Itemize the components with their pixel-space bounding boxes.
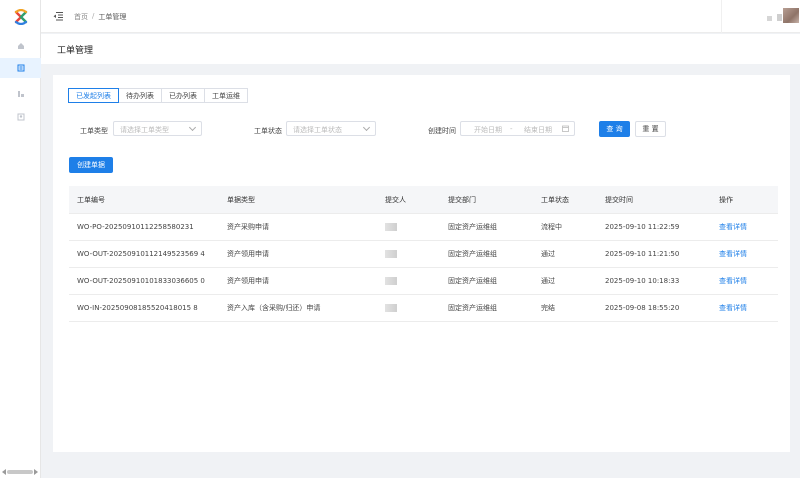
status-select-placeholder: 请选择工单状态 bbox=[293, 126, 342, 134]
cell-type: 资产入库（含采购/归还）申请 bbox=[227, 304, 321, 312]
status-select[interactable]: 请选择工单状态 bbox=[286, 121, 376, 136]
cell-dept: 固定资产运维组 bbox=[448, 277, 497, 285]
cell-time: 2025-09-10 11:22:59 bbox=[605, 223, 680, 231]
header-time: 提交时间 bbox=[605, 195, 633, 204]
time-filter-label: 创建时间 bbox=[428, 127, 456, 135]
tab-initiated[interactable]: 已发起列表 bbox=[68, 88, 119, 103]
tab-group: 已发起列表 待办列表 已办列表 工单运维 bbox=[68, 88, 248, 103]
header-action: 操作 bbox=[719, 195, 733, 204]
submitter-blur bbox=[385, 304, 397, 312]
cell-id: WO-OUT-20250910101833036605 0 bbox=[77, 277, 205, 285]
page-header: 工单管理 bbox=[41, 34, 800, 64]
search-button[interactable]: 查 询 bbox=[599, 121, 630, 137]
header-submitter: 提交人 bbox=[385, 195, 406, 204]
cell-submitter bbox=[385, 214, 397, 240]
avatar[interactable] bbox=[783, 8, 799, 23]
cell-type: 资产领用申请 bbox=[227, 250, 269, 258]
create-ticket-button[interactable]: 创建单据 bbox=[69, 157, 113, 173]
view-detail-link[interactable]: 查看详情 bbox=[719, 241, 747, 267]
date-start-placeholder[interactable]: 开始日期 bbox=[474, 125, 502, 135]
main-card: 已发起列表 待办列表 已办列表 工单运维 工单类型 请选择工单类型 工单状态 请… bbox=[53, 75, 790, 452]
table-row: WO-OUT-20250910101833036605 0 资产领用申请 固定资… bbox=[69, 268, 778, 295]
cell-id: WO-IN-20250908185520418015 8 bbox=[77, 304, 198, 312]
date-separator: - bbox=[510, 125, 513, 133]
header-dept: 提交部门 bbox=[448, 195, 476, 204]
reset-button[interactable]: 重 置 bbox=[635, 121, 666, 137]
scroll-right-arrow-icon[interactable] bbox=[34, 469, 38, 475]
date-end-placeholder[interactable]: 结束日期 bbox=[524, 125, 552, 135]
table-header: 工单编号 单据类型 提交人 提交部门 工单状态 提交时间 操作 bbox=[69, 186, 778, 214]
type-select[interactable]: 请选择工单类型 bbox=[113, 121, 202, 136]
nav-item-users[interactable] bbox=[0, 107, 41, 127]
cell-submitter bbox=[385, 295, 397, 321]
chevron-down-icon bbox=[188, 123, 197, 132]
brand-logo-icon[interactable] bbox=[13, 9, 29, 25]
header-status: 工单状态 bbox=[541, 195, 569, 204]
cell-id: WO-OUT-20250910112149523569 4 bbox=[77, 250, 205, 258]
submitter-blur bbox=[385, 223, 397, 231]
breadcrumb-home[interactable]: 首页 bbox=[74, 12, 88, 22]
calendar-icon bbox=[562, 125, 569, 132]
cell-status: 通过 bbox=[541, 250, 555, 258]
submitter-blur bbox=[385, 277, 397, 285]
cell-time: 2025-09-10 10:18:33 bbox=[605, 277, 680, 285]
page-title: 工单管理 bbox=[57, 46, 94, 56]
tab-todo[interactable]: 待办列表 bbox=[118, 88, 162, 103]
scrollbar-thumb[interactable] bbox=[7, 470, 33, 474]
table-row: WO-OUT-20250910112149523569 4 资产领用申请 固定资… bbox=[69, 241, 778, 268]
status-filter-label: 工单状态 bbox=[254, 127, 282, 135]
view-detail-link[interactable]: 查看详情 bbox=[719, 214, 747, 240]
header-id: 工单编号 bbox=[77, 195, 105, 204]
cell-dept: 固定资产运维组 bbox=[448, 304, 497, 312]
user-area[interactable] bbox=[721, 0, 800, 33]
header-type: 单据类型 bbox=[227, 195, 255, 204]
tickets-table: 工单编号 单据类型 提交人 提交部门 工单状态 提交时间 操作 WO-PO-20… bbox=[69, 186, 778, 322]
breadcrumb-current: 工单管理 bbox=[98, 13, 127, 21]
scroll-left-arrow-icon[interactable] bbox=[2, 469, 6, 475]
nav-item-tickets[interactable] bbox=[0, 58, 41, 78]
cell-submitter bbox=[385, 241, 397, 267]
home-icon bbox=[17, 43, 24, 49]
ticket-icon bbox=[17, 64, 24, 72]
breadcrumb-separator: / bbox=[92, 12, 95, 20]
type-select-placeholder: 请选择工单类型 bbox=[120, 126, 169, 134]
cell-type: 资产采购申请 bbox=[227, 223, 269, 231]
date-range-picker[interactable]: 开始日期 - 结束日期 bbox=[460, 121, 575, 136]
cell-status: 通过 bbox=[541, 277, 555, 285]
sidebar bbox=[0, 0, 41, 478]
chevron-down-icon bbox=[362, 123, 371, 132]
cell-dept: 固定资产运维组 bbox=[448, 223, 497, 231]
chart-icon bbox=[17, 91, 24, 97]
breadcrumb: 首页 / 工单管理 bbox=[74, 12, 126, 22]
cell-time: 2025-09-10 11:21:50 bbox=[605, 250, 680, 258]
cell-status: 流程中 bbox=[541, 223, 562, 231]
table-row: WO-PO-20250910112258580231 资产采购申请 固定资产运维… bbox=[69, 214, 778, 241]
user-name-blur bbox=[767, 16, 772, 21]
tab-maintenance[interactable]: 工单运维 bbox=[204, 88, 248, 103]
table-row: WO-IN-20250908185520418015 8 资产入库（含采购/归还… bbox=[69, 295, 778, 322]
cell-id: WO-PO-20250910112258580231 bbox=[77, 223, 194, 231]
cell-submitter bbox=[385, 268, 397, 294]
sidebar-scrollbar[interactable] bbox=[2, 469, 38, 475]
view-detail-link[interactable]: 查看详情 bbox=[719, 268, 747, 294]
cell-dept: 固定资产运维组 bbox=[448, 250, 497, 258]
nav-item-reports[interactable] bbox=[0, 84, 41, 104]
topbar: 首页 / 工单管理 bbox=[41, 0, 800, 33]
cell-status: 完结 bbox=[541, 304, 555, 312]
view-detail-link[interactable]: 查看详情 bbox=[719, 295, 747, 321]
submitter-blur bbox=[385, 250, 397, 258]
type-filter-label: 工单类型 bbox=[80, 127, 108, 135]
user-icon bbox=[17, 113, 24, 121]
cell-type: 资产领用申请 bbox=[227, 277, 269, 285]
user-role-blur bbox=[777, 14, 782, 21]
nav-item-home[interactable] bbox=[0, 36, 41, 56]
tab-done[interactable]: 已办列表 bbox=[161, 88, 205, 103]
cell-time: 2025-09-08 18:55:20 bbox=[605, 304, 680, 312]
menu-fold-icon[interactable] bbox=[53, 11, 63, 21]
